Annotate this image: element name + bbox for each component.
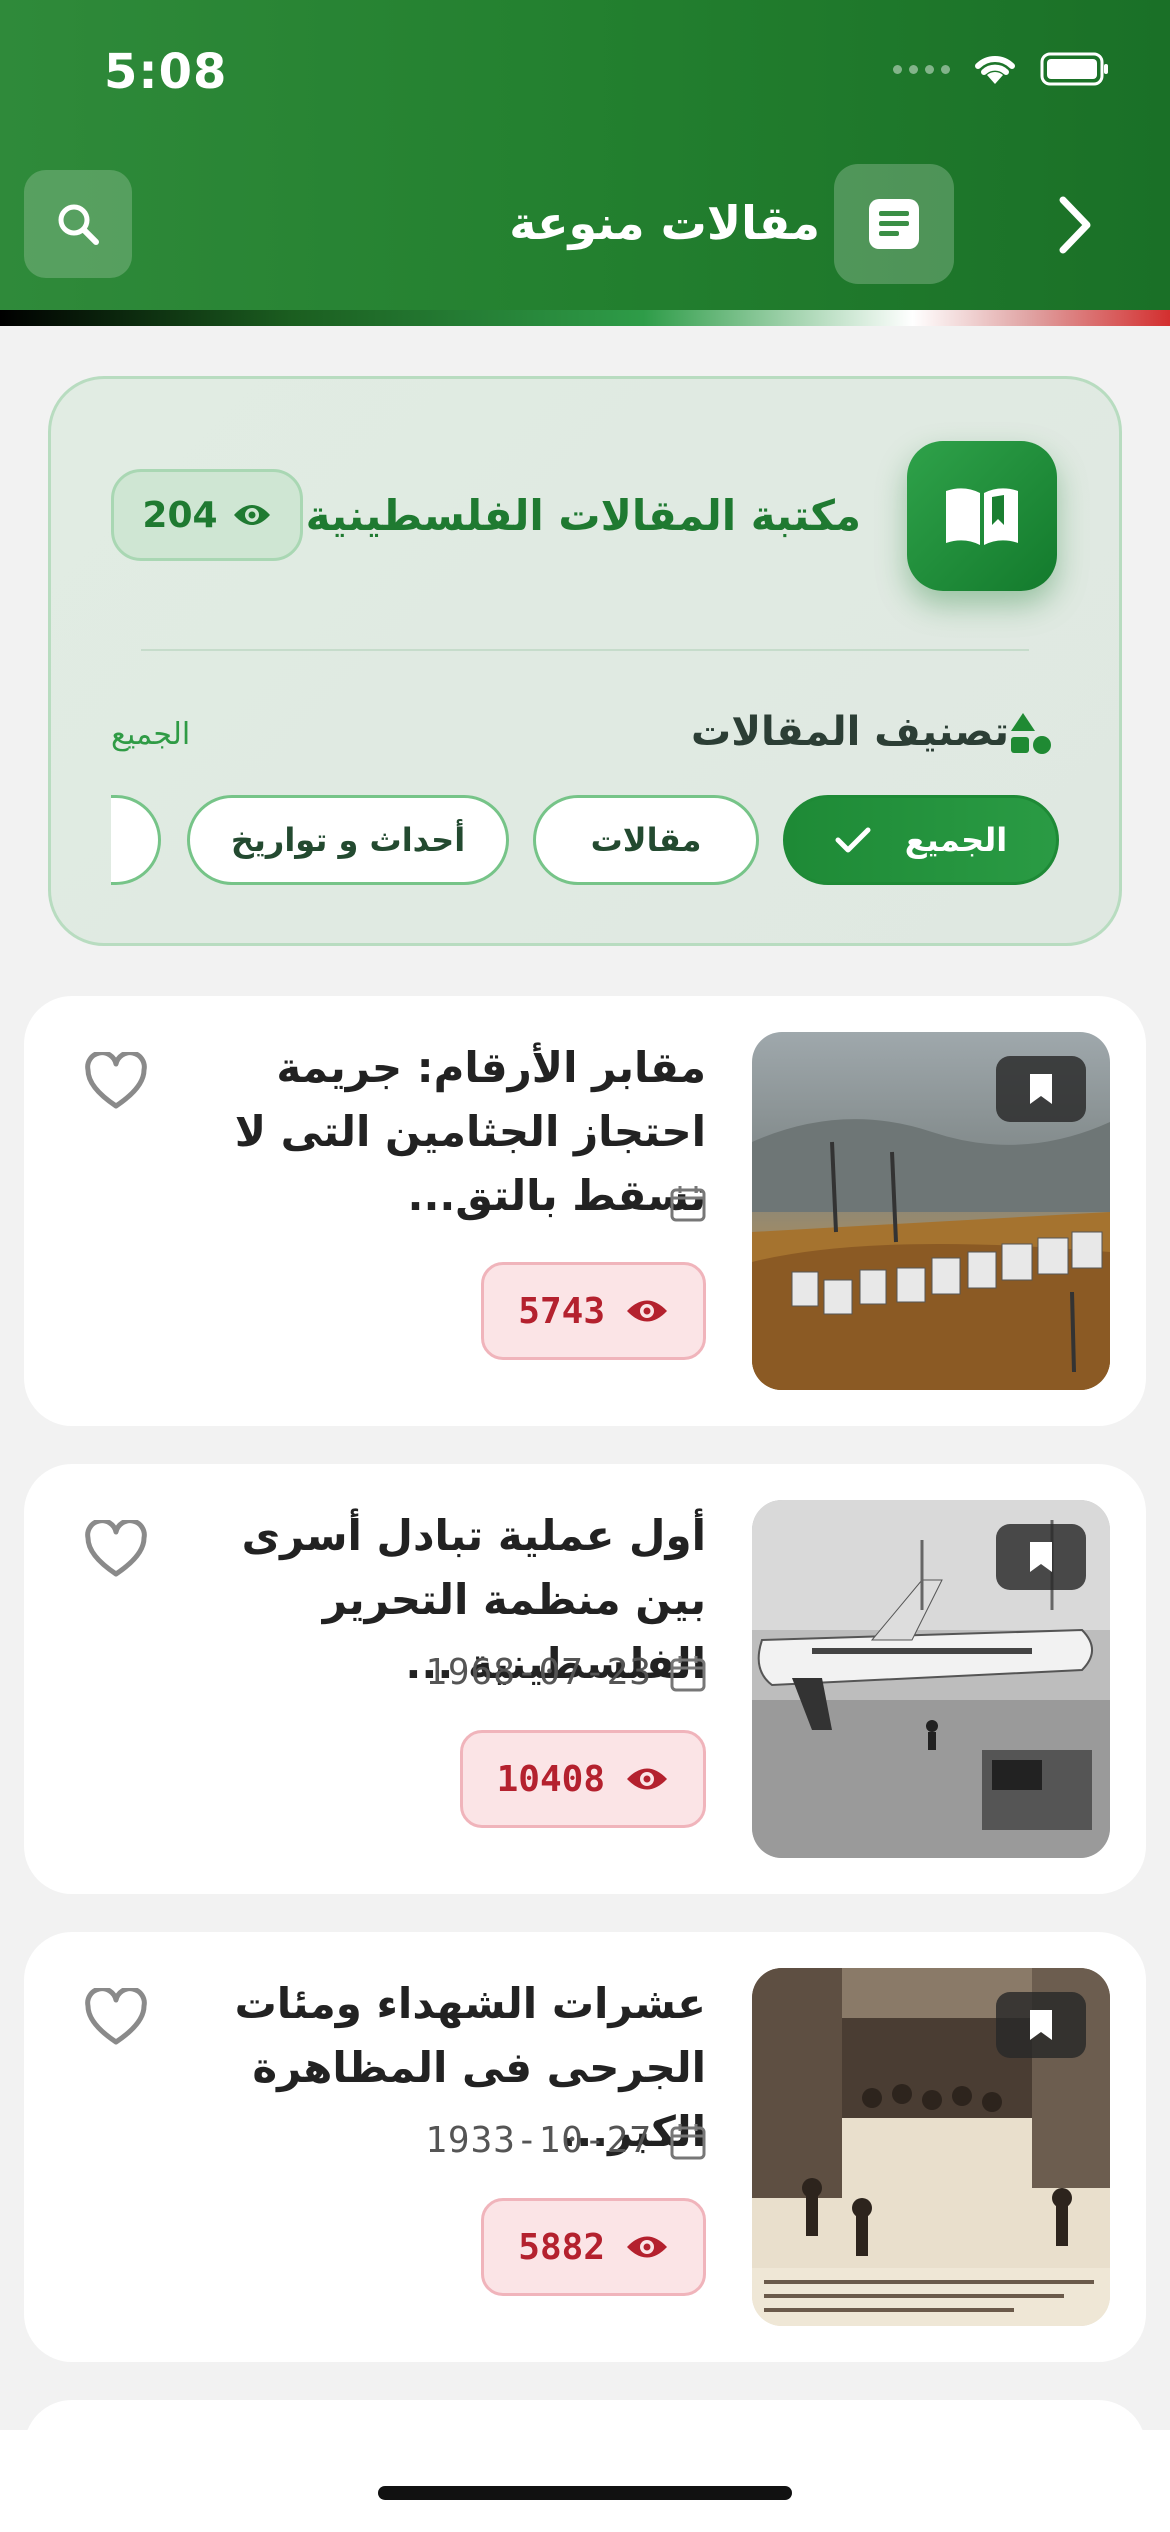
screen: 5:08 مقالات منوعة مكتبة المقالات الفلسطي…	[0, 0, 1170, 2532]
forward-button[interactable]	[1040, 190, 1110, 260]
page-title: مقالات منوعة	[509, 196, 820, 250]
document-button[interactable]	[834, 164, 954, 284]
chip-events-dates[interactable]: أحداث و تواريخ	[187, 795, 509, 885]
bookmark-button[interactable]	[996, 1992, 1086, 2058]
eye-icon	[627, 2236, 667, 2258]
wifi-icon	[972, 52, 1018, 86]
library-title: مكتبة المقالات الفلسطينية	[305, 491, 861, 540]
views-text: 5743	[518, 1290, 605, 1332]
checkmark-icon	[835, 827, 871, 853]
eye-icon	[627, 1768, 667, 1790]
views-text: 10408	[496, 1758, 605, 1800]
article-date: 1968-07-23	[425, 1652, 706, 1693]
article-image	[752, 1032, 1110, 1390]
article-image	[752, 1500, 1110, 1858]
article-view-count: 10408	[459, 1730, 706, 1828]
eye-icon	[627, 1300, 667, 1322]
bookmark-icon	[1030, 1074, 1052, 1104]
article-view-count: 5882	[481, 2198, 706, 2296]
category-heading: تصنيف المقالات	[691, 709, 1009, 755]
favorite-heart-icon[interactable]	[84, 1520, 148, 1580]
status-time: 5:08	[104, 44, 228, 100]
chip-label: مقالات	[590, 821, 702, 859]
status-icons	[893, 52, 1110, 86]
library-view-count: 204	[111, 469, 303, 561]
current-category-label[interactable]: الجميع	[111, 717, 190, 752]
chip-more[interactable]	[111, 795, 161, 885]
bookmark-button[interactable]	[996, 1056, 1086, 1122]
chip-all[interactable]: الجميع	[783, 795, 1059, 885]
article-card[interactable]: مقابر الأرقام: جريمة احتجاز الجثامين الت…	[24, 996, 1146, 1426]
chip-label: أحداث و تواريخ	[230, 821, 466, 859]
home-indicator[interactable]	[378, 2486, 792, 2500]
article-image	[752, 1968, 1110, 2326]
category-chips: الجميع مقالات أحداث و تواريخ	[111, 795, 1059, 891]
bookmark-icon	[1030, 2010, 1052, 2040]
article-date: 1933-10-27	[425, 2120, 706, 2161]
bookmark-icon	[1030, 1542, 1052, 1572]
app-header: 5:08 مقالات منوعة	[0, 0, 1170, 310]
date-text: 1933-10-27	[425, 2120, 652, 2161]
library-card: مكتبة المقالات الفلسطينية 204 تصنيف المق…	[48, 376, 1122, 946]
calendar-icon	[670, 2123, 706, 2159]
bookmark-button[interactable]	[996, 1524, 1086, 1590]
chip-label: الجميع	[904, 821, 1008, 859]
search-button[interactable]	[24, 170, 132, 278]
chevron-right-icon	[1059, 196, 1091, 254]
article-title[interactable]: مقابر الأرقام: جريمة احتجاز الجثامين الت…	[186, 1036, 706, 1228]
calendar-icon	[670, 1655, 706, 1691]
search-icon	[58, 204, 99, 245]
date-text: 1968-07-23	[425, 1652, 652, 1693]
article-card[interactable]: عشرات الشهداء ومئات الجرحى فى المظاهرة ا…	[24, 1932, 1146, 2362]
flag-stripe	[0, 310, 1170, 326]
chip-articles[interactable]: مقالات	[533, 795, 759, 885]
library-book-icon	[907, 441, 1057, 591]
eye-icon	[233, 505, 270, 525]
article-card[interactable]: أول عملية تبادل أسرى بين منظمة التحرير ا…	[24, 1464, 1146, 1894]
bottom-safe-area	[0, 2430, 1170, 2532]
favorite-heart-icon[interactable]	[84, 1052, 148, 1112]
article-view-count: 5743	[481, 1262, 706, 1360]
shapes-category-icon	[1011, 713, 1051, 754]
views-text: 5882	[518, 2226, 605, 2268]
divider	[141, 649, 1029, 651]
article-date	[652, 1184, 706, 1222]
library-count-value: 204	[142, 494, 218, 536]
calendar-icon	[670, 1186, 706, 1222]
document-icon	[869, 199, 919, 249]
battery-icon	[1040, 52, 1110, 86]
signal-icon	[893, 64, 950, 74]
favorite-heart-icon[interactable]	[84, 1988, 148, 2048]
